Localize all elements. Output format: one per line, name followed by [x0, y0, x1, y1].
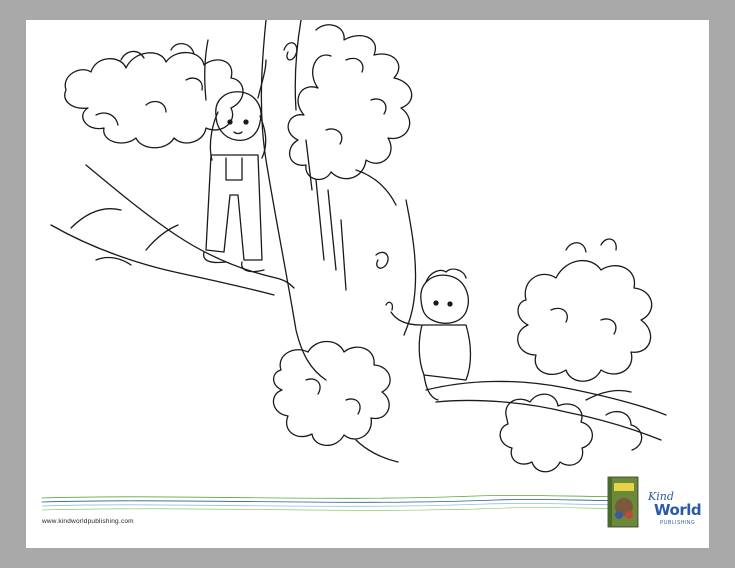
foliage-bottom — [272, 340, 391, 447]
foliage-top-right — [287, 24, 413, 181]
right-branch — [425, 380, 667, 416]
boy-figure — [385, 268, 472, 401]
foliage-bottom-right — [499, 393, 594, 473]
foliage-top-left — [64, 51, 244, 149]
girl-figure — [202, 39, 267, 273]
footer-decoration — [41, 495, 637, 511]
tree-trunk — [260, 20, 327, 381]
coloring-page: www.kindworldpublishing.com Kind World P… — [26, 20, 709, 548]
tree-illustration — [41, 20, 667, 511]
footer-url[interactable]: www.kindworldpublishing.com — [42, 518, 134, 525]
left-branch — [85, 164, 295, 289]
book-cover-icon — [607, 476, 639, 528]
foliage-right — [517, 259, 653, 382]
logo-publishing-text: PUBLISHING — [660, 520, 696, 526]
kind-world-logo: Kind World PUBLISHING — [648, 490, 704, 532]
logo-world-text: World — [654, 501, 702, 519]
